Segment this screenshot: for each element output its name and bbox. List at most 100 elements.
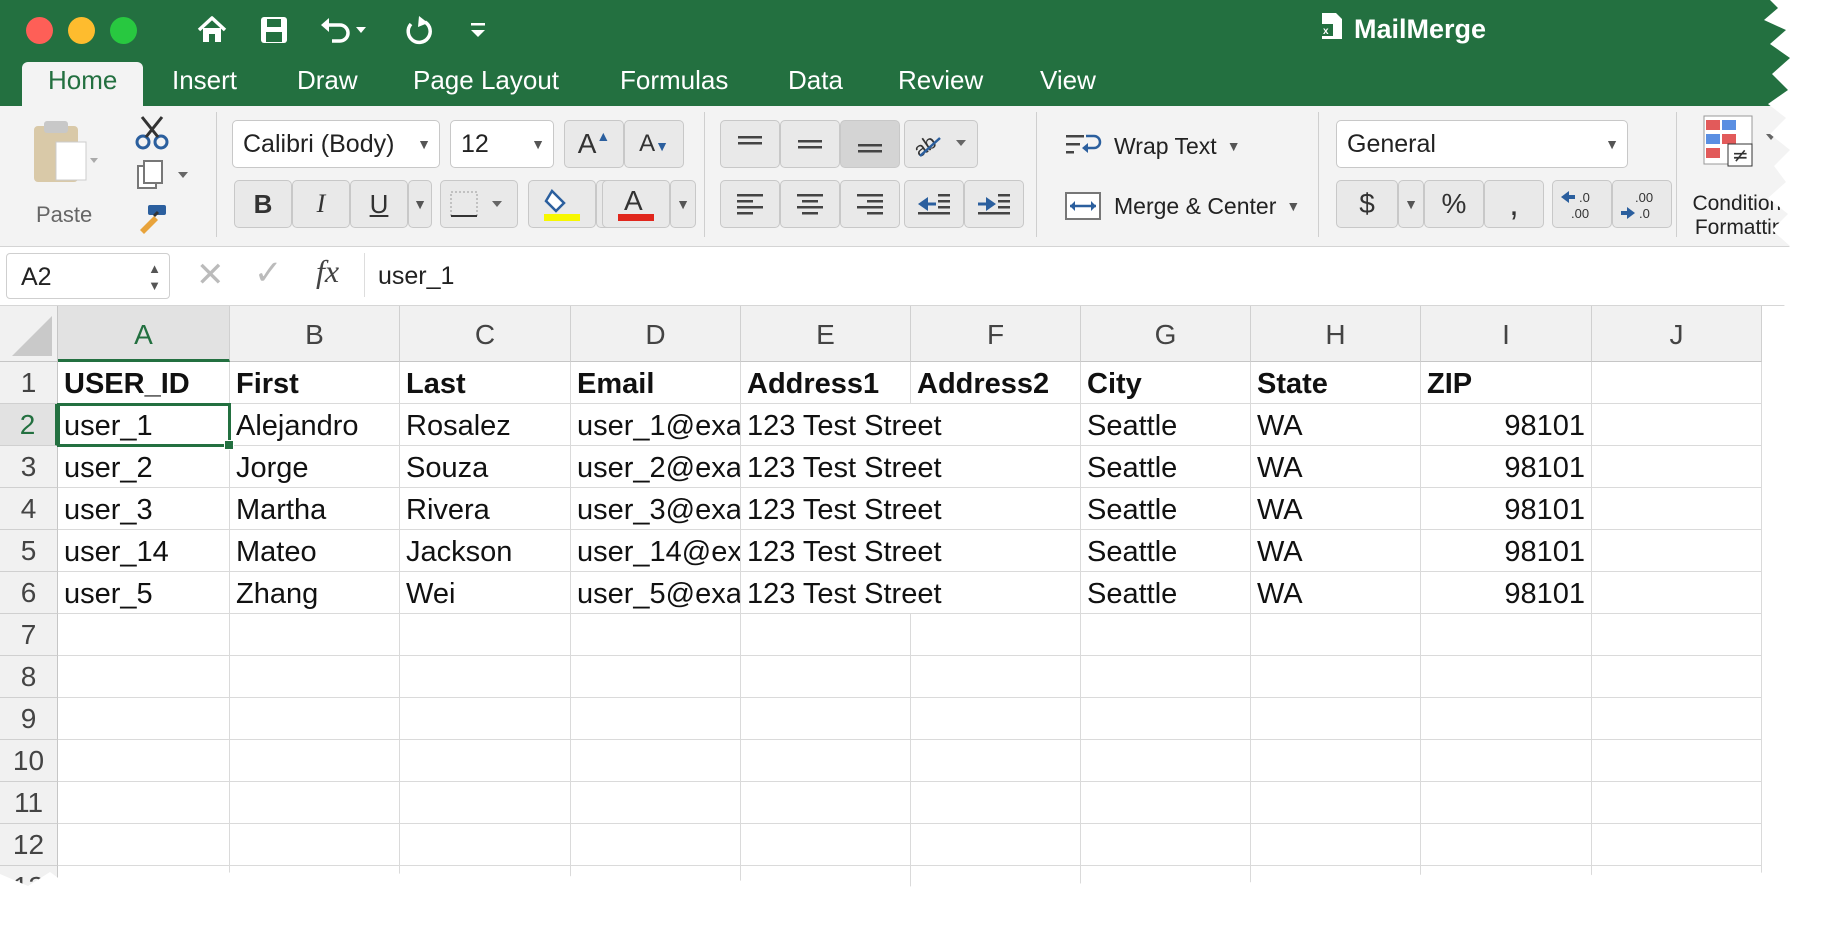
undo-icon[interactable] [318, 10, 366, 50]
decrease-indent-button[interactable] [904, 180, 964, 228]
column-header-d[interactable]: D [571, 306, 741, 362]
data-cell-d3[interactable]: user_2@exa [571, 446, 741, 488]
header-cell-e1[interactable]: Address1 [741, 362, 911, 404]
empty-cell-c12[interactable] [400, 824, 571, 866]
empty-cell-i13[interactable] [1421, 866, 1592, 908]
data-cell-e3[interactable]: 123 Test Street [741, 446, 911, 488]
column-header-h[interactable]: H [1251, 306, 1421, 362]
data-cell-g5[interactable]: Seattle [1081, 530, 1251, 572]
empty-cell-a8[interactable] [58, 656, 230, 698]
font-name-select[interactable]: Calibri (Body) ▼ [232, 120, 440, 168]
comma-button[interactable]: , [1484, 180, 1544, 228]
bold-button[interactable]: B [234, 180, 292, 228]
empty-cell-b12[interactable] [230, 824, 400, 866]
empty-cell-a12[interactable] [58, 824, 230, 866]
row-header-8[interactable]: 8 [0, 656, 58, 698]
empty-cell-h7[interactable] [1251, 614, 1421, 656]
empty-cell-i12[interactable] [1421, 824, 1592, 866]
empty-cell-e13[interactable] [741, 866, 911, 908]
data-cell-i2[interactable]: 98101 [1421, 404, 1592, 446]
empty-cell-h10[interactable] [1251, 740, 1421, 782]
data-cell-i3[interactable]: 98101 [1421, 446, 1592, 488]
empty-cell-b10[interactable] [230, 740, 400, 782]
data-cell-c5[interactable]: Jackson [400, 530, 571, 572]
insert-function-icon[interactable]: fx [316, 253, 339, 290]
tab-insert[interactable]: Insert [172, 62, 237, 106]
wrap-text-button[interactable]: Wrap Text ▼ [1064, 126, 1241, 166]
tab-draw[interactable]: Draw [297, 62, 358, 106]
empty-cell-f8[interactable] [911, 656, 1081, 698]
tab-formulas[interactable]: Formulas [620, 62, 728, 106]
empty-cell-e10[interactable] [741, 740, 911, 782]
data-cell-d2[interactable]: user_1@exa [571, 404, 741, 446]
font-color-button[interactable]: A [602, 180, 670, 228]
data-cell-e5[interactable]: 123 Test Street [741, 530, 911, 572]
empty-cell-h12[interactable] [1251, 824, 1421, 866]
align-middle-button[interactable] [780, 120, 840, 168]
row-header-3[interactable]: 3 [0, 446, 58, 488]
empty-cell-h8[interactable] [1251, 656, 1421, 698]
data-cell-e6[interactable]: 123 Test Street [741, 572, 911, 614]
data-cell-a3[interactable]: user_2 [58, 446, 230, 488]
empty-cell-i9[interactable] [1421, 698, 1592, 740]
data-cell-i6[interactable]: 98101 [1421, 572, 1592, 614]
empty-cell-j11[interactable] [1592, 782, 1762, 824]
data-cell-c6[interactable]: Wei [400, 572, 571, 614]
tab-page-layout[interactable]: Page Layout [413, 62, 559, 106]
row-header-12[interactable]: 12 [0, 824, 58, 866]
data-cell-h3[interactable]: WA [1251, 446, 1421, 488]
empty-cell-d7[interactable] [571, 614, 741, 656]
empty-cell-g12[interactable] [1081, 824, 1251, 866]
empty-cell-b8[interactable] [230, 656, 400, 698]
empty-cell-b9[interactable] [230, 698, 400, 740]
decrease-font-size-button[interactable]: A▼ [624, 120, 684, 168]
empty-cell-h11[interactable] [1251, 782, 1421, 824]
row-header-5[interactable]: 5 [0, 530, 58, 572]
data-cell-a2[interactable]: user_1 [58, 404, 230, 446]
data-cell-c2[interactable]: Rosalez [400, 404, 571, 446]
header-cell-i1[interactable]: ZIP [1421, 362, 1592, 404]
empty-cell-j9[interactable] [1592, 698, 1762, 740]
minimize-button[interactable] [68, 17, 95, 44]
data-cell-h5[interactable]: WA [1251, 530, 1421, 572]
align-center-button[interactable] [780, 180, 840, 228]
column-header-j[interactable]: J [1592, 306, 1762, 362]
empty-cell-g7[interactable] [1081, 614, 1251, 656]
empty-cell-i7[interactable] [1421, 614, 1592, 656]
empty-cell-c8[interactable] [400, 656, 571, 698]
column-header-c[interactable]: C [400, 306, 571, 362]
empty-cell-f13[interactable] [911, 866, 1081, 908]
empty-cell-a13[interactable] [58, 866, 230, 908]
font-color-dropdown[interactable]: ▼ [670, 180, 696, 228]
row-header-13[interactable]: 13 [0, 866, 58, 908]
data-cell-j4[interactable] [1592, 488, 1762, 530]
close-button[interactable] [26, 17, 53, 44]
borders-button[interactable] [440, 180, 518, 228]
column-header-a[interactable]: A [58, 306, 230, 362]
empty-cell-f11[interactable] [911, 782, 1081, 824]
row-header-7[interactable]: 7 [0, 614, 58, 656]
customize-icon[interactable] [466, 10, 490, 50]
row-header-11[interactable]: 11 [0, 782, 58, 824]
zoom-button[interactable] [110, 17, 137, 44]
align-right-button[interactable] [840, 180, 900, 228]
data-cell-h6[interactable]: WA [1251, 572, 1421, 614]
header-cell-f1[interactable]: Address2 [911, 362, 1081, 404]
data-cell-h4[interactable]: WA [1251, 488, 1421, 530]
data-cell-a5[interactable]: user_14 [58, 530, 230, 572]
column-header-e[interactable]: E [741, 306, 911, 362]
empty-cell-f7[interactable] [911, 614, 1081, 656]
empty-cell-d13[interactable] [571, 866, 741, 908]
row-header-4[interactable]: 4 [0, 488, 58, 530]
data-cell-b6[interactable]: Zhang [230, 572, 400, 614]
data-cell-b2[interactable]: Alejandro [230, 404, 400, 446]
align-top-button[interactable] [720, 120, 780, 168]
data-cell-g2[interactable]: Seattle [1081, 404, 1251, 446]
data-cell-e2[interactable]: 123 Test Street [741, 404, 911, 446]
empty-cell-c11[interactable] [400, 782, 571, 824]
empty-cell-a10[interactable] [58, 740, 230, 782]
empty-cell-g8[interactable] [1081, 656, 1251, 698]
row-header-1[interactable]: 1 [0, 362, 58, 404]
column-header-f[interactable]: F [911, 306, 1081, 362]
empty-cell-d8[interactable] [571, 656, 741, 698]
